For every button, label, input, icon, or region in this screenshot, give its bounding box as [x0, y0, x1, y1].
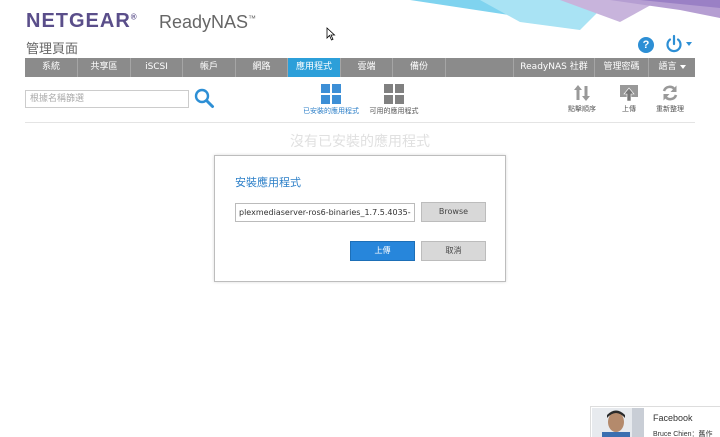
nav-shares[interactable]: 共享區 [78, 58, 131, 77]
nav-language[interactable]: 語言 [649, 58, 695, 77]
facebook-title: Facebook [653, 413, 693, 423]
nav-community[interactable]: ReadyNAS 社群 [514, 58, 595, 77]
dialog-upload-button[interactable]: 上傳 [350, 241, 415, 261]
tab-available-apps[interactable]: 可用的應用程式 [364, 84, 424, 116]
power-menu-caret-icon[interactable] [686, 42, 692, 46]
nav-network[interactable]: 網路 [236, 58, 288, 77]
file-path-field[interactable]: plexmediaserver-ros6-binaries_1.7.5.4035… [235, 203, 415, 222]
available-apps-icon [384, 84, 404, 104]
nav-language-label: 語言 [658, 62, 677, 72]
tab-available-label: 可用的應用程式 [369, 107, 419, 115]
readynas-logo: ReadyNAS™ [159, 12, 257, 32]
nav-cloud[interactable]: 雲端 [341, 58, 393, 77]
filter-input[interactable] [25, 90, 189, 108]
sort-label: 點擊順序 [568, 105, 596, 113]
tab-installed-label: 已安裝的應用程式 [303, 107, 359, 115]
search-icon[interactable] [193, 87, 215, 109]
refresh-button[interactable]: 重新整理 [656, 84, 684, 114]
refresh-label: 重新整理 [656, 105, 684, 113]
facebook-chat-popup[interactable]: Facebook Bruce Chien：舊作 [590, 406, 720, 437]
upload-button[interactable]: 上傳 [618, 84, 640, 114]
install-app-dialog: 安裝應用程式 plexmediaserver-ros6-binaries_1.7… [214, 155, 506, 282]
main-nav: 系統 共享區 iSCSI 帳戶 網路 應用程式 雲端 備份 ReadyNAS 社… [25, 58, 695, 77]
dialog-title: 安裝應用程式 [235, 176, 301, 189]
dialog-cancel-button[interactable]: 取消 [421, 241, 486, 261]
nav-iscsi[interactable]: iSCSI [131, 58, 183, 77]
sort-icon [574, 85, 590, 101]
page-title: 管理頁面 [26, 42, 79, 57]
nav-apps[interactable]: 應用程式 [288, 58, 341, 77]
installed-apps-icon [321, 84, 341, 104]
upload-label: 上傳 [622, 105, 636, 113]
tab-installed-apps[interactable]: 已安裝的應用程式 [298, 84, 364, 116]
nav-spacer [446, 58, 514, 77]
nav-backup[interactable]: 備份 [393, 58, 446, 77]
netgear-logo: NETGEAR® [26, 10, 138, 32]
facebook-subtitle: Bruce Chien：舊作 [653, 431, 713, 437]
power-icon[interactable] [664, 34, 684, 54]
nav-system[interactable]: 系統 [25, 58, 78, 77]
nav-accounts[interactable]: 帳戶 [183, 58, 236, 77]
help-icon[interactable]: ? [638, 37, 654, 53]
mouse-cursor-icon [326, 27, 336, 41]
sort-button[interactable]: 點擊順序 [568, 84, 596, 114]
empty-apps-message: 沒有已安裝的應用程式 [290, 134, 430, 150]
toolbar-divider [25, 122, 695, 123]
avatar [592, 408, 644, 437]
nav-admin-password[interactable]: 管理密碼 [595, 58, 649, 77]
upload-icon [620, 85, 638, 102]
refresh-icon [662, 85, 678, 101]
chevron-down-icon [679, 64, 686, 69]
browse-button[interactable]: Browse [421, 202, 486, 222]
